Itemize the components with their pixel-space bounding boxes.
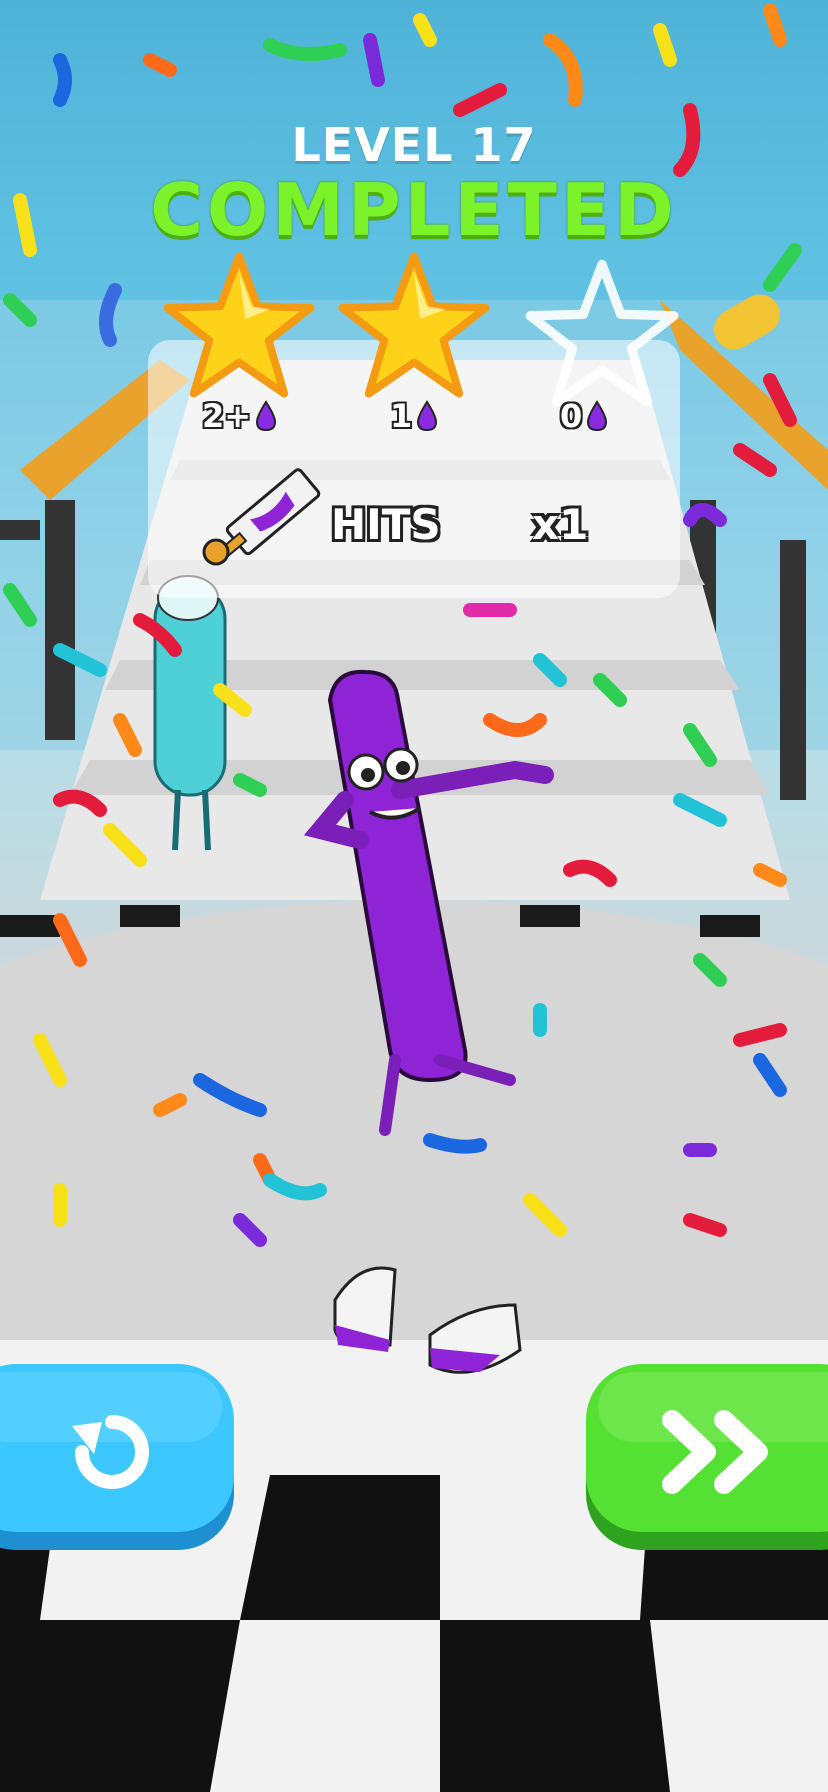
paint-roller-icon [202, 468, 321, 566]
restart-icon [72, 1415, 149, 1489]
reward-value: 2+ [202, 397, 252, 435]
purple-drop-icon [416, 400, 438, 432]
star-empty-icon [525, 259, 679, 407]
retry-button[interactable] [0, 1364, 234, 1550]
hits-label: HITS [331, 500, 441, 549]
star-filled-icon [338, 252, 490, 398]
reward-value: 0 [560, 397, 583, 435]
reward-value: 1 [390, 397, 413, 435]
completed-title: COMPLETED [150, 168, 678, 252]
reward-star-1: 2+ [202, 396, 277, 436]
purple-drop-icon [586, 400, 608, 432]
reward-star-2: 1 [390, 396, 438, 436]
purple-drop-icon [255, 400, 277, 432]
fast-forward-icon [662, 1410, 768, 1494]
hits-row: HITS x1 [196, 460, 596, 570]
star-filled-icon [163, 252, 315, 398]
reward-star-3: 0 [560, 396, 608, 436]
next-level-button[interactable] [586, 1364, 828, 1550]
level-title: LEVEL 17 [291, 118, 537, 172]
hits-multiplier: x1 [532, 500, 589, 549]
game-scene: LEVEL 17 COMPLETED 2+ 1 0 HITS x1 [0, 0, 828, 1792]
